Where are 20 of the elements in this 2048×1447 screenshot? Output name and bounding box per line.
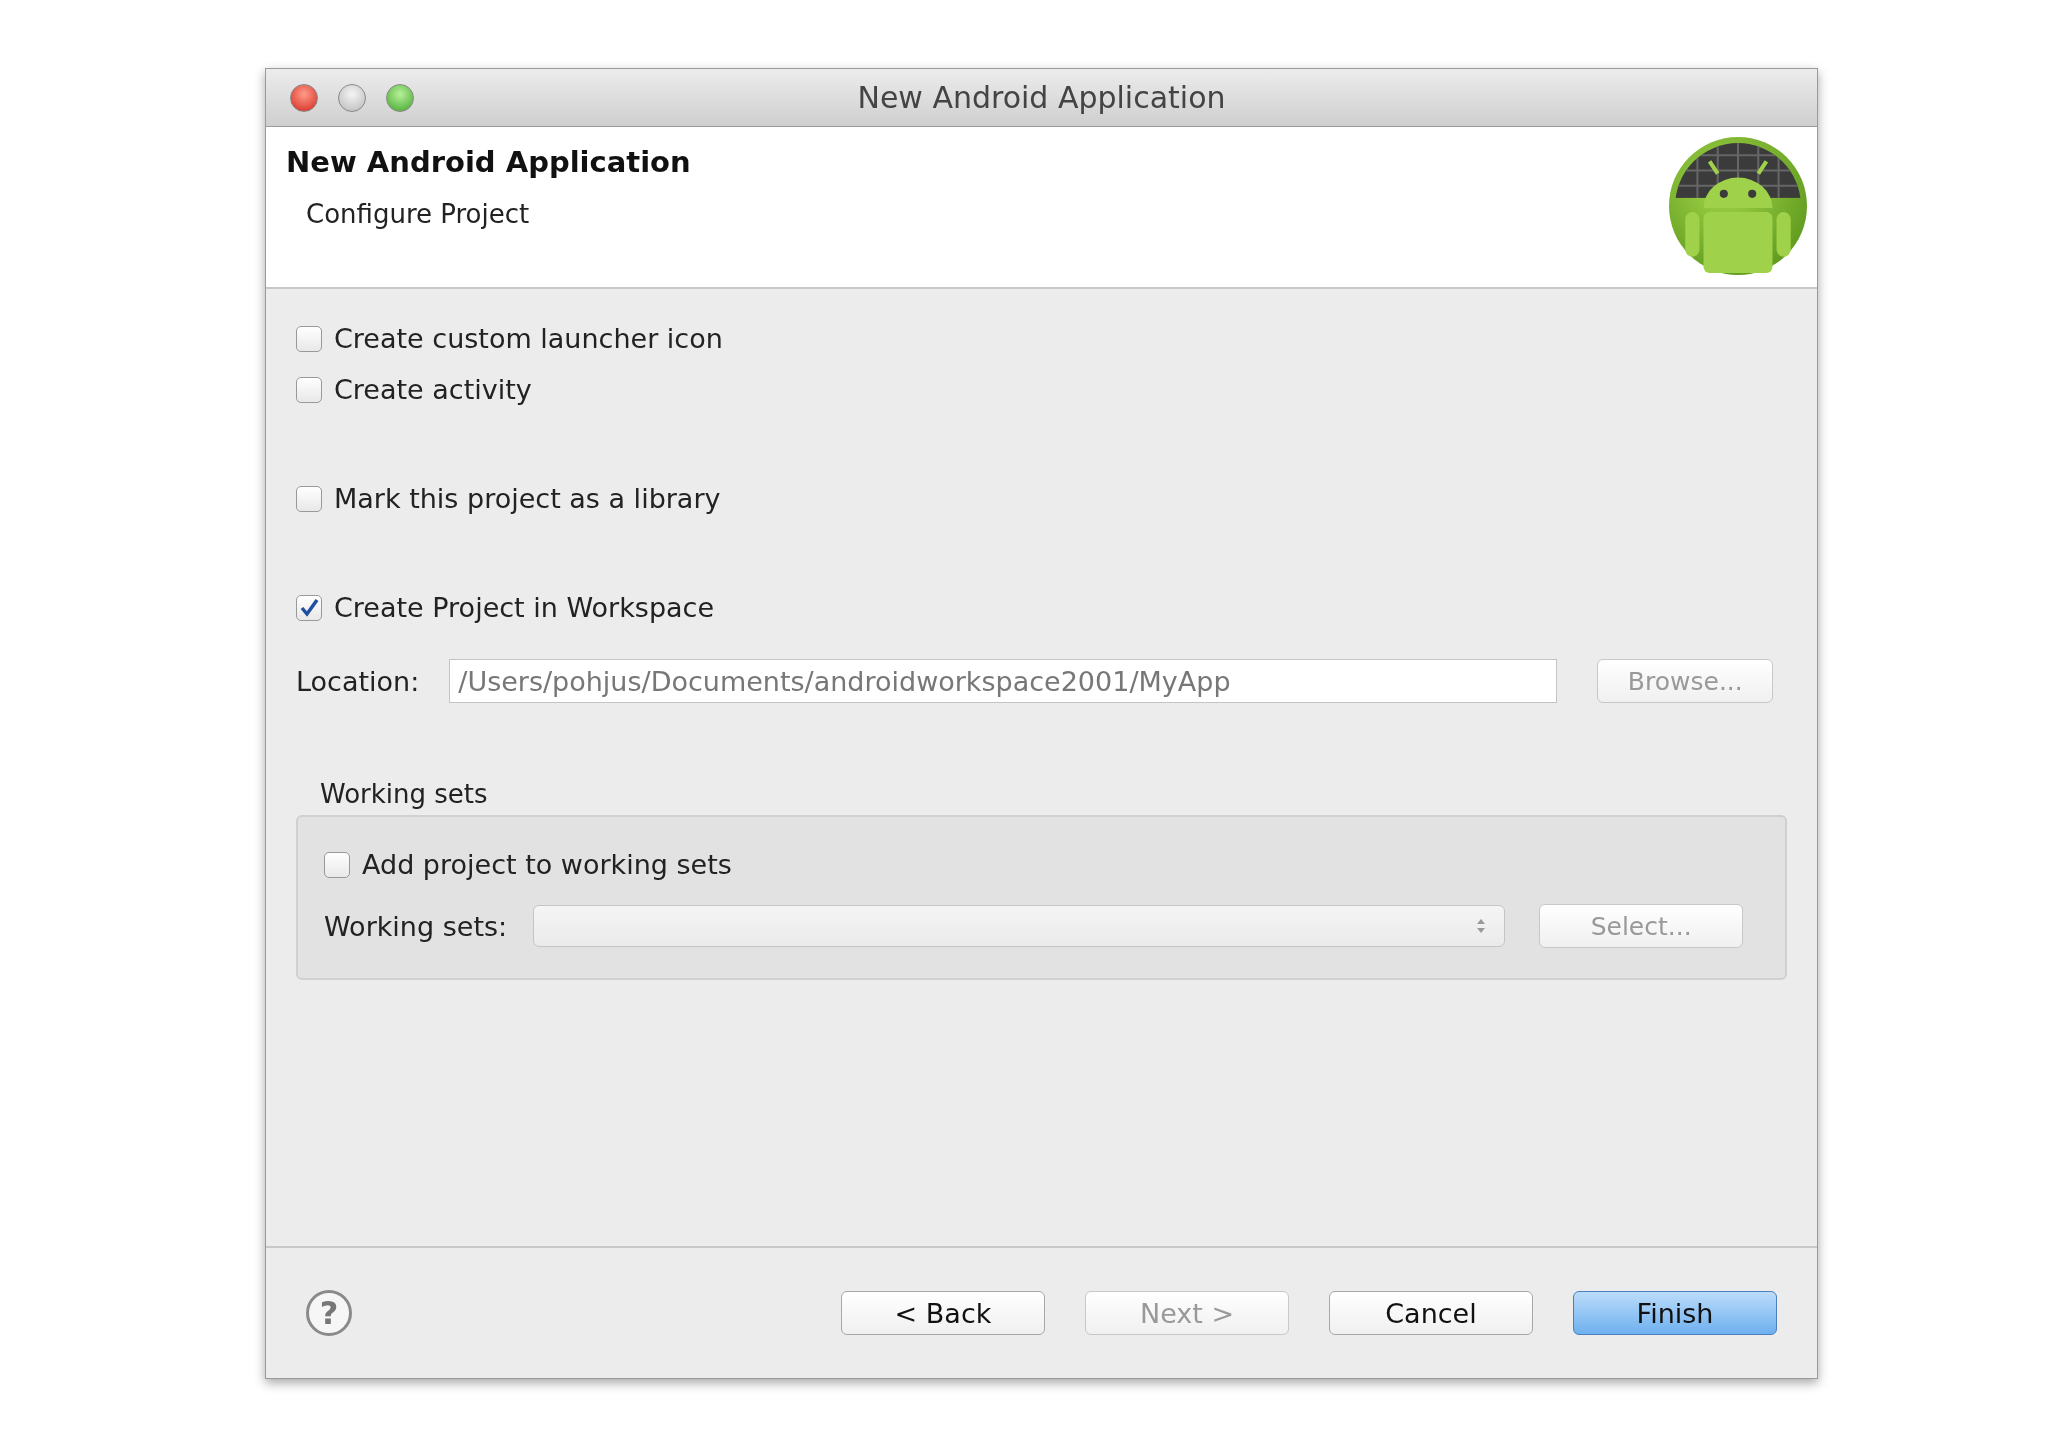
help-button[interactable]: ? (306, 1290, 352, 1336)
checkbox-option[interactable]: Create Project in Workspace (296, 592, 715, 623)
check-mark-icon (299, 597, 319, 618)
dialog-button[interactable]: Cancel (1329, 1291, 1533, 1335)
robot-logo-icon (1667, 135, 1809, 277)
dialog-button[interactable]: Finish (1573, 1291, 1777, 1335)
close-button[interactable] (290, 83, 318, 112)
checkbox-option[interactable]: Create custom launcher icon (296, 323, 723, 354)
checkbox-option[interactable]: Create activity (296, 374, 532, 405)
group-title: Working sets (320, 779, 489, 809)
minimize-button[interactable] (338, 83, 366, 112)
dialog-button[interactable]: < Back (841, 1291, 1045, 1335)
window-title: New Android Application (857, 80, 1226, 115)
field-label: Working sets: (324, 910, 508, 942)
updown-arrows-icon (1476, 918, 1487, 934)
zoom-button[interactable] (386, 83, 414, 112)
wizard-title: New Android Application (286, 145, 691, 179)
checkbox-option[interactable]: Mark this project as a library (296, 483, 721, 514)
wizard-subtitle: Configure Project (306, 199, 531, 229)
field-label: Location: (296, 665, 420, 697)
